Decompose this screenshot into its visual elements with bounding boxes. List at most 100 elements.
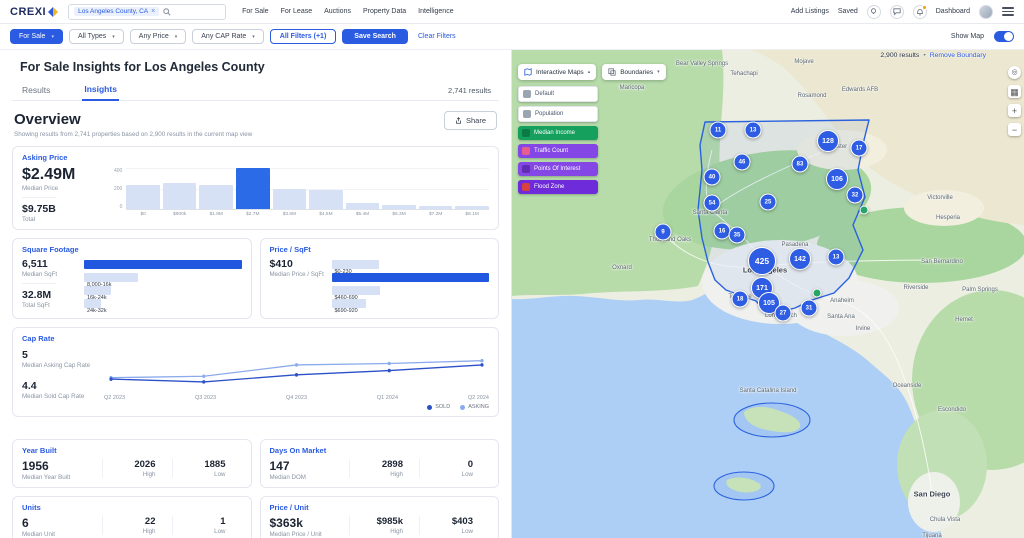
layer-flood-zone[interactable]: Flood Zone xyxy=(518,180,598,194)
boundaries-dropdown[interactable]: Boundaries ▾ xyxy=(602,64,665,80)
histogram-x-label: $900k xyxy=(163,210,197,217)
histogram-bar[interactable] xyxy=(199,168,233,209)
search-location-chip[interactable]: Los Angeles County, CA × xyxy=(74,7,159,16)
histogram-plot: $0$900k$1.8M$2.7M$3.6M$4.5M$5.4M$6.3M$7.… xyxy=(126,168,489,217)
map-layers-button[interactable]: ▦ xyxy=(1008,85,1021,98)
map-single-marker[interactable] xyxy=(860,206,869,215)
layer-icon xyxy=(522,129,530,137)
map-cluster-marker[interactable]: 11 xyxy=(710,122,727,139)
chip-remove-icon[interactable]: × xyxy=(151,8,155,15)
map-cluster-marker[interactable]: 13 xyxy=(828,249,845,266)
histogram-bar[interactable] xyxy=(236,168,270,209)
cap-rate-x-label: Q2 2024 xyxy=(468,395,489,401)
map-cluster-marker[interactable]: 27 xyxy=(775,305,792,322)
remove-boundary-link[interactable]: Remove Boundary xyxy=(930,52,986,59)
map[interactable]: MaricopaBear Valley SpringsTehachapiMoja… xyxy=(512,50,1024,538)
distribution-bar[interactable]: 0-8,000 xyxy=(84,260,242,269)
asking-price-title: Asking Price xyxy=(22,153,489,162)
histogram-x-label: $5.4M xyxy=(346,210,380,217)
layer-traffic-count[interactable]: Traffic Count xyxy=(518,144,598,158)
price-unit-card: Price / Unit $363k Median Price / Unit $… xyxy=(260,496,500,538)
map-cluster-marker[interactable]: 13 xyxy=(745,122,762,139)
tab-insights[interactable]: Insights xyxy=(82,81,119,101)
units-card: Units 6 Median Unit 22 High 1 Low xyxy=(12,496,252,538)
tips-button[interactable] xyxy=(867,5,881,19)
distribution-bar-label: 8,000-16k xyxy=(84,282,111,288)
filter-dropdown-any-cap-rate[interactable]: Any CAP Rate▾ xyxy=(192,29,264,44)
layer-default[interactable]: Default xyxy=(518,86,598,102)
histogram-bar[interactable] xyxy=(309,168,343,209)
recenter-button[interactable]: ◎ xyxy=(1008,66,1021,79)
avatar[interactable] xyxy=(979,5,993,19)
year-built-low-value: 1885 xyxy=(173,459,226,470)
map-cluster-marker[interactable]: 106 xyxy=(826,168,848,190)
map-cluster-marker[interactable]: 142 xyxy=(789,248,811,270)
distribution-bar[interactable]: 24k-32k xyxy=(84,299,242,308)
tab-results[interactable]: Results xyxy=(20,82,52,100)
messages-button[interactable] xyxy=(890,5,904,19)
distribution-bar[interactable]: 8,000-16k xyxy=(84,273,242,282)
asking-price-histogram: 4002000$0$900k$1.8M$2.7M$3.6M$4.5M$5.4M$… xyxy=(114,168,489,217)
map-cluster-marker[interactable]: 46 xyxy=(734,154,751,171)
map-cluster-marker[interactable]: 9 xyxy=(655,224,672,241)
map-icon xyxy=(524,68,532,76)
distribution-bar[interactable]: $0-230 xyxy=(332,260,490,269)
filter-dropdown-for-sale[interactable]: For Sale▾ xyxy=(10,29,63,44)
all-filters-button[interactable]: All Filters (+1) xyxy=(270,29,336,44)
histogram-bar[interactable] xyxy=(273,168,307,209)
nav-for-sale[interactable]: For Sale xyxy=(242,8,268,15)
crexi-logo-text: CREXI xyxy=(10,6,46,18)
median-sqft-label: Median SqFt xyxy=(22,271,84,278)
dashboard-link[interactable]: Dashboard xyxy=(936,8,970,15)
zoom-out-button[interactable]: − xyxy=(1008,123,1021,136)
map-cluster-marker[interactable]: 31 xyxy=(801,300,818,317)
year-built-high-value: 2026 xyxy=(103,459,156,470)
add-listings-link[interactable]: Add Listings xyxy=(791,8,829,15)
clear-filters-link[interactable]: Clear Filters xyxy=(418,33,456,40)
chevron-down-icon: ▾ xyxy=(175,34,178,40)
histogram-bar[interactable] xyxy=(126,168,160,209)
map-cluster-marker[interactable]: 35 xyxy=(729,227,746,244)
share-button[interactable]: Share xyxy=(444,111,497,130)
filter-dropdown-all-types[interactable]: All Types▾ xyxy=(69,29,124,44)
show-map-toggle[interactable] xyxy=(994,31,1014,42)
map-cluster-marker[interactable]: 425 xyxy=(748,247,776,275)
crexi-logo[interactable]: CREXI xyxy=(10,6,58,18)
histogram-bar[interactable] xyxy=(419,168,453,209)
nav-property-data[interactable]: Property Data xyxy=(363,8,406,15)
layer-median-income[interactable]: Median Income xyxy=(518,126,598,140)
distribution-bar[interactable]: $230-460 xyxy=(332,273,490,282)
map-cluster-marker[interactable]: 128 xyxy=(817,130,839,152)
map-cluster-marker[interactable]: 18 xyxy=(732,291,749,308)
global-search-input[interactable]: Los Angeles County, CA × xyxy=(68,4,226,20)
notifications-button[interactable] xyxy=(913,5,927,19)
histogram-bar[interactable] xyxy=(455,168,489,209)
map-single-marker[interactable] xyxy=(813,289,822,298)
saved-link[interactable]: Saved xyxy=(838,8,858,15)
menu-icon[interactable] xyxy=(1002,7,1014,16)
crexi-logo-icon xyxy=(48,7,58,17)
histogram-bar[interactable] xyxy=(163,168,197,209)
histogram-bar[interactable] xyxy=(346,168,380,209)
zoom-in-button[interactable]: + xyxy=(1008,104,1021,117)
map-cluster-marker[interactable]: 54 xyxy=(704,195,721,212)
total-price-value: $9.75B xyxy=(22,203,108,215)
median-units-value: 6 xyxy=(22,516,102,530)
price-sqft-card: Price / SqFt $410 Median Price / SqFt $0… xyxy=(260,238,500,319)
map-cluster-marker[interactable]: 17 xyxy=(851,140,868,157)
map-cluster-marker[interactable]: 40 xyxy=(704,169,721,186)
interactive-maps-dropdown[interactable]: Interactive Maps ▴ xyxy=(518,64,596,80)
filter-dropdown-any-price[interactable]: Any Price▾ xyxy=(130,29,186,44)
layer-population[interactable]: Population xyxy=(518,106,598,122)
nav-for-lease[interactable]: For Lease xyxy=(281,8,313,15)
map-cluster-marker[interactable]: 32 xyxy=(847,187,864,204)
map-cluster-marker[interactable]: 83 xyxy=(792,156,809,173)
nav-auctions[interactable]: Auctions xyxy=(324,8,351,15)
layer-points-of-interest[interactable]: Points Of Interest xyxy=(518,162,598,176)
nav-intelligence[interactable]: Intelligence xyxy=(418,8,453,15)
histogram-bar[interactable] xyxy=(382,168,416,209)
county-boundary[interactable] xyxy=(698,120,869,313)
save-search-button[interactable]: Save Search xyxy=(342,29,408,44)
map-cluster-marker[interactable]: 25 xyxy=(760,194,777,211)
lightbulb-icon xyxy=(870,8,877,15)
